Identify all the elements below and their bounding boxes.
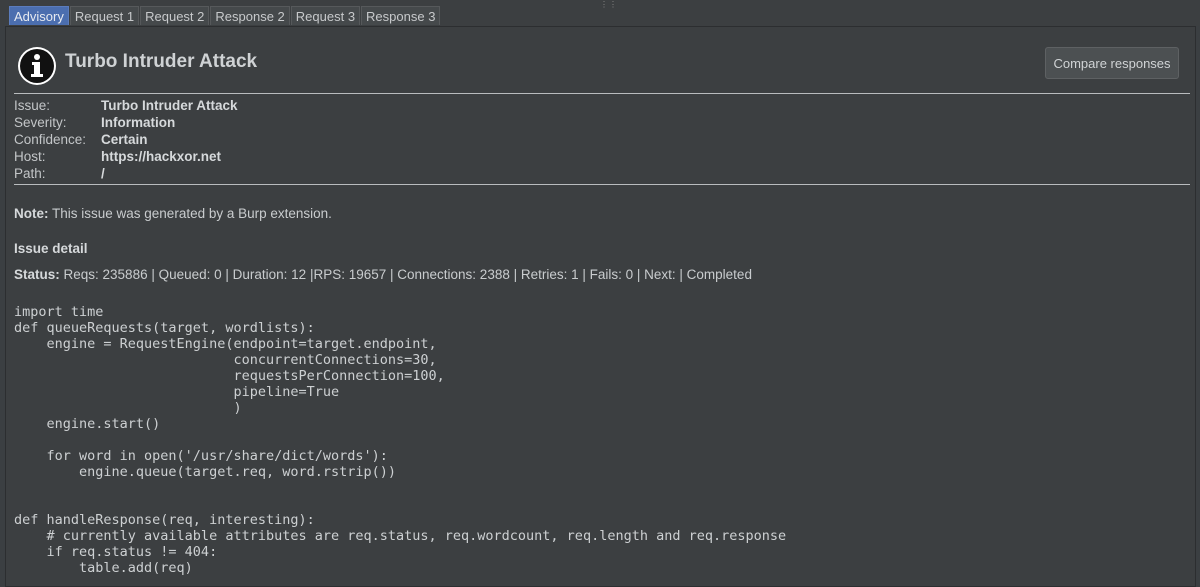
meta-value: https://hackxor.net — [101, 149, 222, 164]
compare-responses-button[interactable]: Compare responses — [1045, 47, 1179, 79]
note-text: This issue was generated by a Burp exten… — [48, 206, 332, 221]
attack-status: Status: Reqs: 235886 | Queued: 0 | Durat… — [14, 267, 752, 282]
meta-label: Path: — [14, 166, 46, 181]
tab-request-3[interactable]: Request 3 — [290, 6, 361, 25]
meta-value: Information — [101, 115, 176, 130]
status-text: Reqs: 235886 | Queued: 0 | Duration: 12 … — [59, 267, 752, 282]
divider — [14, 93, 1190, 94]
issue-title: Turbo Intruder Attack — [65, 51, 258, 72]
meta-label: Severity: — [14, 115, 67, 130]
tab-response-3[interactable]: Response 3 — [361, 6, 441, 25]
tab-request-2[interactable]: Request 2 — [140, 6, 210, 25]
meta-row-confidence: Confidence: Certain — [14, 131, 238, 148]
tab-bar: Advisory Request 1 Request 2 Response 2 … — [0, 0, 1200, 26]
extension-note: Note: This issue was generated by a Burp… — [14, 206, 332, 221]
tab-list: Advisory Request 1 Request 2 Response 2 … — [9, 6, 441, 25]
meta-label: Confidence: — [14, 132, 87, 147]
meta-row-severity: Severity: Information — [14, 114, 238, 131]
meta-row-path: Path: / — [14, 165, 238, 182]
meta-value: Certain — [101, 132, 148, 147]
meta-label: Issue: — [14, 98, 51, 113]
attack-script-code: import time def queueRequests(target, wo… — [14, 304, 787, 576]
resize-grip-icon[interactable]: ⋮⋮ — [600, 0, 618, 9]
issue-meta: Issue: Turbo Intruder Attack Severity: I… — [14, 97, 238, 182]
tab-response-2[interactable]: Response 2 — [210, 6, 290, 25]
tab-request-1[interactable]: Request 1 — [69, 6, 140, 25]
meta-value: / — [101, 166, 105, 181]
meta-value: Turbo Intruder Attack — [101, 98, 238, 113]
status-label: Status: — [14, 267, 60, 282]
tab-advisory[interactable]: Advisory — [9, 6, 69, 25]
meta-row-host: Host: https://hackxor.net — [14, 148, 238, 165]
divider — [14, 184, 1190, 185]
info-icon — [18, 47, 56, 85]
meta-row-issue: Issue: Turbo Intruder Attack — [14, 97, 238, 114]
advisory-panel: Turbo Intruder Attack Compare responses … — [5, 26, 1196, 587]
issue-detail-heading: Issue detail — [14, 241, 88, 256]
note-label: Note: — [14, 206, 49, 221]
meta-label: Host: — [14, 149, 46, 164]
